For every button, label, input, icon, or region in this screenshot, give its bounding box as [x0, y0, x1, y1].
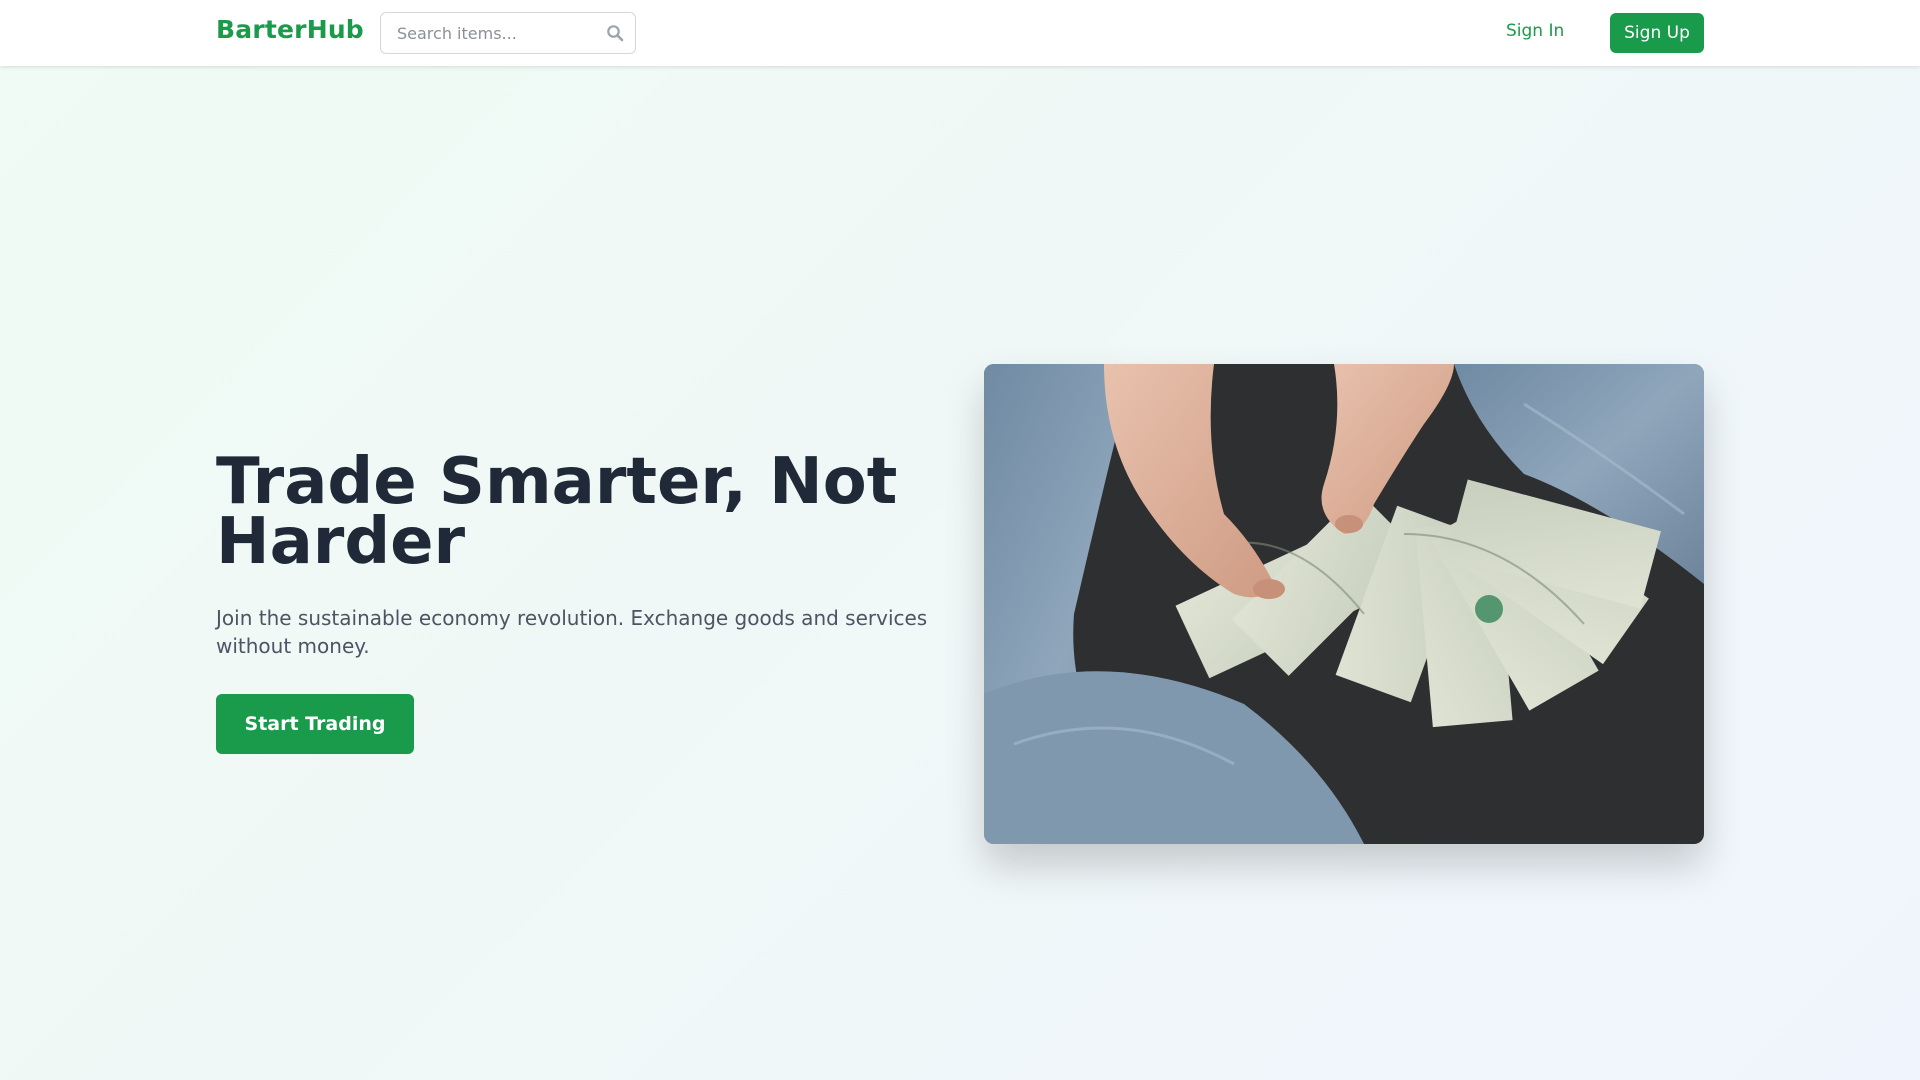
- sign-up-button[interactable]: Sign Up: [1610, 13, 1704, 53]
- start-trading-button[interactable]: Start Trading: [216, 694, 414, 754]
- search-input[interactable]: [381, 13, 601, 53]
- search-icon[interactable]: [606, 24, 624, 42]
- hero-subtitle: Join the sustainable economy revolution.…: [216, 606, 928, 658]
- search-box[interactable]: [380, 12, 636, 54]
- brand-logo[interactable]: BarterHub: [216, 15, 364, 44]
- hero-title: Trade Smarter, Not Harder: [216, 445, 898, 579]
- sign-in-link[interactable]: Sign In: [1506, 21, 1564, 41]
- hero-image: [984, 364, 1704, 844]
- top-navbar: BarterHub Sign In Sign Up: [0, 0, 1920, 66]
